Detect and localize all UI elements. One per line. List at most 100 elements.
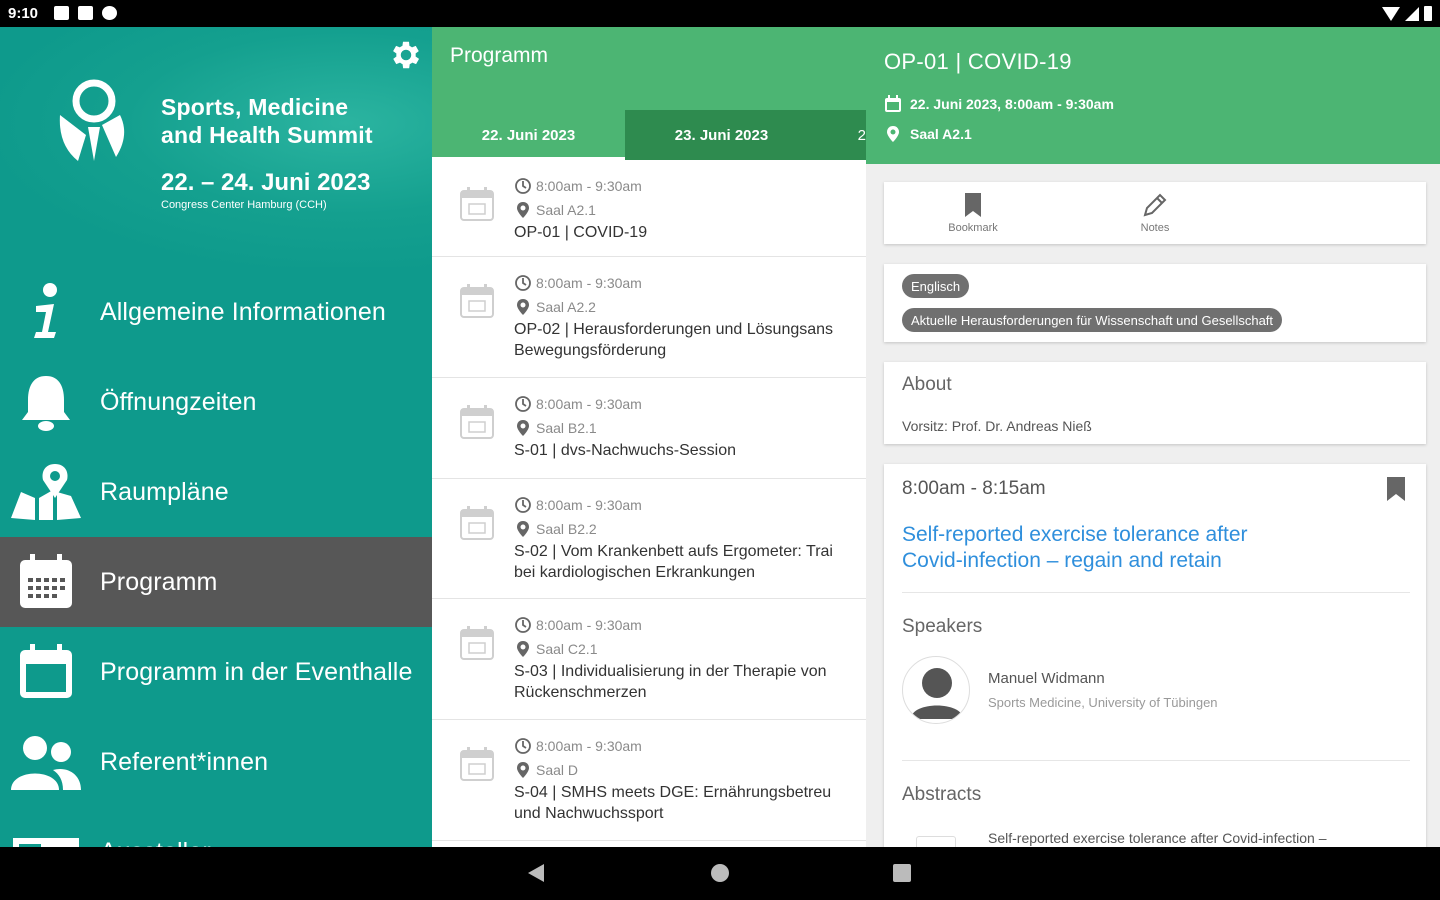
tab-23-juni[interactable]: 23. Juni 2023 xyxy=(625,110,818,160)
menu-item-oeffnungzeiten[interactable]: Öffnungzeiten xyxy=(0,357,432,447)
location-pin-icon xyxy=(517,521,529,537)
session-row[interactable]: 8:00am - 9:30am Saal A2.1 OP-01 | COVID-19 xyxy=(432,160,866,257)
message-icon xyxy=(54,6,69,20)
clock-icon xyxy=(515,396,531,412)
talk-card: 8:00am - 8:15am Self-reported exercise t… xyxy=(884,464,1426,847)
session-row[interactable]: 8:00am - 9:30am Saal B2.2 S-02 | Vom Krank… xyxy=(432,479,866,599)
session-time: 8:00am - 9:30am xyxy=(536,396,642,412)
settings-gear-icon[interactable] xyxy=(388,37,424,73)
session-calendar-icon xyxy=(460,506,494,540)
session-title-line2: Bewegungsförderung xyxy=(514,342,667,359)
detail-title: OP-01 | COVID-19 xyxy=(884,49,1072,74)
menu-label: Programm in der Eventhalle xyxy=(100,657,413,686)
tab-22-juni[interactable]: 22. Juni 2023 xyxy=(432,110,625,160)
programm-header: Programm 22. Juni 2023 23. Juni 2023 2 xyxy=(432,27,866,160)
bookmark-label: Bookmark xyxy=(948,222,998,234)
session-time: 8:00am - 9:30am xyxy=(536,617,642,633)
session-room: Saal A2.2 xyxy=(536,299,596,315)
session-title-line1: S-02 | Vom Krankenbett aufs Ergometer: T… xyxy=(514,543,833,560)
event-dates: 22. – 24. Juni 2023 xyxy=(161,169,371,196)
session-calendar-icon xyxy=(460,284,494,318)
divider xyxy=(902,592,1410,593)
session-title-line1: S-04 | SMHS meets DGE: Ernährungsbetreu xyxy=(514,784,832,801)
session-row[interactable]: 8:00am - 9:30am Saal A2.2 OP-02 | Herausfo… xyxy=(432,257,866,378)
session-row[interactable]: 8:00am - 9:30am Saal B2.1 S-01 | dvs-Nachw… xyxy=(432,378,866,479)
session-row[interactable]: 8:00am - 9:30am Saal C2.1 S-03 | Individua… xyxy=(432,599,866,720)
location-pin-icon xyxy=(517,420,529,436)
talk-time: 8:00am - 8:15am xyxy=(902,478,1046,499)
tab-24-juni[interactable]: 2 xyxy=(818,110,866,160)
session-room: Saal B2.2 xyxy=(536,521,597,537)
people-icon xyxy=(8,732,84,792)
notes-button[interactable]: Notes xyxy=(1110,192,1200,234)
session-title-line1: OP-02 | Herausforderungen und Lösungsans xyxy=(514,321,834,338)
language-chip: Englisch xyxy=(902,274,970,298)
clock-icon xyxy=(515,497,531,513)
navigation-drawer: Sports, Medicine and Health Summit 22. –… xyxy=(0,27,432,847)
location-pin-icon xyxy=(517,299,529,315)
about-chair: Vorsitz: Prof. Dr. Andreas Nieß xyxy=(902,418,1092,434)
session-time: 8:00am - 9:30am xyxy=(536,275,642,291)
location-pin-icon xyxy=(517,641,529,657)
notes-label: Notes xyxy=(1140,222,1170,234)
home-icon[interactable] xyxy=(711,864,729,882)
session-title-line2: bei kardiologischen Erkrankungen xyxy=(514,564,756,581)
talk-bookmark-icon[interactable] xyxy=(1384,476,1408,502)
detail-room: Saal A2.1 xyxy=(910,126,972,142)
menu-item-programm[interactable]: Programm xyxy=(0,537,432,627)
speaker-affiliation: Sports Medicine, University of Tübingen xyxy=(988,695,1218,710)
brand-title-line1: Sports, Medicine xyxy=(161,94,349,120)
bookmark-icon xyxy=(965,193,981,217)
back-icon[interactable] xyxy=(528,864,544,882)
session-room: Saal B2.1 xyxy=(536,420,597,436)
menu-label: Aussteller xyxy=(100,838,211,848)
brand-title-line2: and Health Summit xyxy=(161,122,373,148)
wifi-icon xyxy=(1382,6,1400,21)
recents-icon[interactable] xyxy=(893,864,911,882)
detail-header: OP-01 | COVID-19 22. Juni 2023, 8:00am -… xyxy=(866,27,1440,164)
tags-card: Englisch Aktuelle Herausforderungen für … xyxy=(884,264,1426,342)
session-title-line1: OP-01 | COVID-19 xyxy=(514,224,648,241)
session-title-line2: und Nachwuchssport xyxy=(514,805,664,822)
drawer-header: Sports, Medicine and Health Summit 22. –… xyxy=(0,27,432,267)
info-icon xyxy=(8,282,84,342)
abstracts-title: Abstracts xyxy=(902,784,982,805)
status-time: 9:10 xyxy=(8,5,39,22)
talk-title-link[interactable]: Self-reported exercise tolerance after C… xyxy=(902,522,1382,574)
session-time: 8:00am - 9:30am xyxy=(536,738,642,754)
menu-label: Öffnungzeiten xyxy=(100,387,257,416)
session-calendar-icon xyxy=(460,405,494,439)
menu-label: Referent*innen xyxy=(100,747,269,776)
menu-item-aussteller[interactable]: Aussteller xyxy=(0,807,432,847)
map-icon xyxy=(8,462,84,522)
programm-list-panel: Programm 22. Juni 2023 23. Juni 2023 2 8… xyxy=(432,27,866,847)
person-icon xyxy=(911,668,963,719)
clock-icon xyxy=(515,178,531,194)
session-room: Saal C2.1 xyxy=(536,641,598,657)
actions-card: Bookmark Notes xyxy=(884,182,1426,244)
speakers-title: Speakers xyxy=(902,616,983,637)
speaker-name[interactable]: Manuel Widmann xyxy=(988,670,1105,687)
menu-item-allgemeine-informationen[interactable]: Allgemeine Informationen xyxy=(0,267,432,357)
location-pin-icon xyxy=(887,126,899,142)
location-pin-icon xyxy=(517,202,529,218)
bookmark-button[interactable]: Bookmark xyxy=(928,192,1018,234)
session-row[interactable]: 8:00am - 9:30am Saal D S-04 | SMHS meets D… xyxy=(432,720,866,841)
status-bar: 9:10 xyxy=(0,0,1440,27)
menu-item-programm-eventhalle[interactable]: Programm in der Eventhalle xyxy=(0,627,432,717)
clock-icon xyxy=(515,738,531,754)
menu-item-referentinnen[interactable]: Referent*innen xyxy=(0,717,432,807)
event-venue: Congress Center Hamburg (CCH) xyxy=(161,199,327,211)
session-detail-panel: OP-01 | COVID-19 22. Juni 2023, 8:00am -… xyxy=(866,27,1440,847)
date-tabs: 22. Juni 2023 23. Juni 2023 2 xyxy=(432,110,866,160)
about-title: About xyxy=(902,374,952,395)
abstract-link[interactable]: Self-reported exercise tolerance after C… xyxy=(988,830,1327,846)
menu-item-raumplaene[interactable]: Raumpläne xyxy=(0,447,432,537)
bell-icon xyxy=(8,372,84,432)
speaker-avatar[interactable] xyxy=(902,656,970,724)
system-navigation-bar xyxy=(0,847,1440,900)
session-calendar-icon xyxy=(460,626,494,660)
session-time: 8:00am - 9:30am xyxy=(536,497,642,513)
sd-card-icon xyxy=(78,6,93,20)
location-pin-icon xyxy=(517,762,529,778)
